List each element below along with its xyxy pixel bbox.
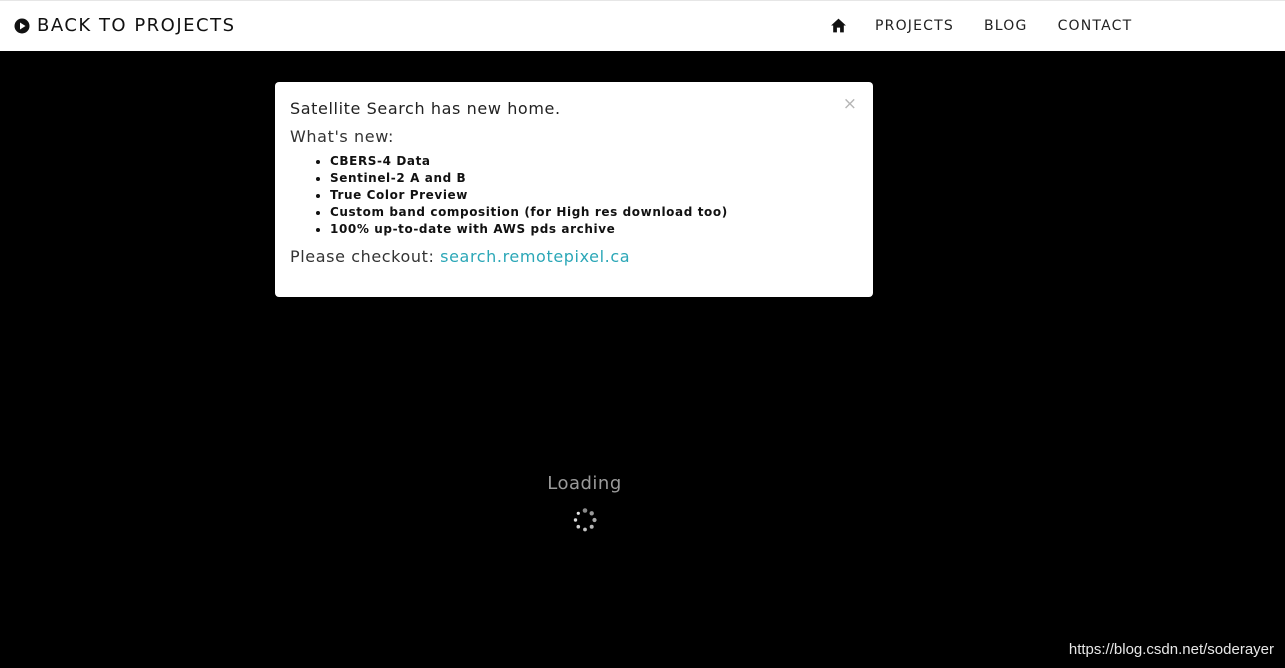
list-item: 100% up-to-date with AWS pds archive	[330, 221, 859, 238]
checkout-prefix: Please checkout:	[290, 247, 441, 266]
list-item: Sentinel-2 A and B	[330, 170, 859, 187]
checkout-link[interactable]: search.remotepixel.ca	[440, 247, 630, 266]
nav-projects-link[interactable]: PROJECTS	[875, 18, 954, 34]
main-nav: PROJECTS BLOG CONTACT	[830, 18, 1162, 34]
watermark-url: https://blog.csdn.net/soderayer	[1068, 641, 1274, 658]
list-item: Custom band composition (for High res do…	[330, 204, 859, 221]
back-to-projects-link[interactable]: BACK TO PROJECTS	[14, 15, 236, 36]
announcement-dialog: × Satellite Search has new home. What's …	[275, 82, 873, 297]
play-circle-icon	[14, 18, 30, 33]
top-navigation-bar: BACK TO PROJECTS PROJECTS BLOG CONTACT	[0, 0, 1285, 51]
list-item: True Color Preview	[330, 187, 859, 204]
back-to-projects-label: BACK TO PROJECTS	[37, 15, 236, 36]
list-item: CBERS-4 Data	[330, 153, 859, 170]
dialog-headline: Satellite Search has new home.	[290, 99, 561, 118]
loading-spinner-icon	[573, 508, 597, 532]
loading-label: Loading	[547, 473, 622, 494]
checkout-line: Please checkout: search.remotepixel.ca	[290, 247, 859, 266]
whats-new-heading: What's new:	[290, 127, 395, 146]
feature-list: CBERS-4 Data Sentinel-2 A and B True Col…	[290, 153, 859, 238]
home-icon[interactable]	[830, 17, 847, 34]
close-icon[interactable]: ×	[843, 96, 857, 113]
nav-contact-link[interactable]: CONTACT	[1058, 18, 1133, 34]
nav-blog-link[interactable]: BLOG	[984, 18, 1028, 34]
